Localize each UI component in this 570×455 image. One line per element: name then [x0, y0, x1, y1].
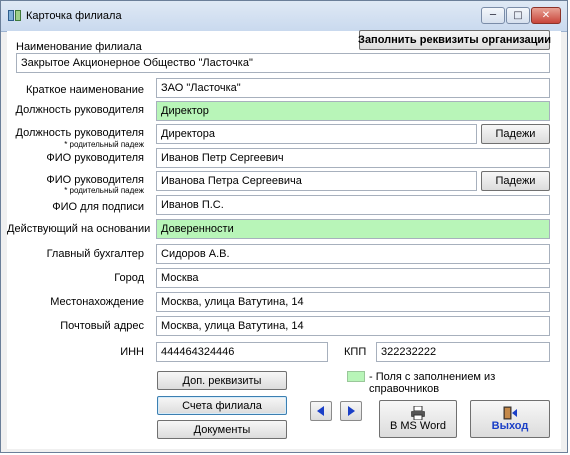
branch-name-label: Наименование филиала: [16, 41, 142, 53]
ms-word-button[interactable]: В MS Word: [379, 400, 457, 438]
next-record-button[interactable]: [340, 401, 362, 421]
kpp-field[interactable]: 322232222: [376, 342, 550, 362]
exit-door-icon: [503, 406, 517, 420]
ms-word-label: В MS Word: [389, 420, 447, 432]
form-area: Наименование филиала Заполнить реквизиты…: [7, 30, 561, 449]
branch-card-window: Карточка филиала ─ □ ✕ Наименование фили…: [0, 0, 568, 453]
short-name-label: Краткое наименование: [25, 84, 144, 96]
fill-requisites-button[interactable]: Заполнить реквизиты организации: [358, 30, 551, 50]
branch-name-field[interactable]: Закрытое Акционерное Общество "Ласточка": [16, 53, 550, 73]
branch-accounts-button[interactable]: Счета филиала: [157, 396, 287, 415]
postal-address-label: Почтовый адрес: [60, 320, 144, 332]
location-label: Местонахождение: [50, 296, 144, 308]
head-fio-cases-button[interactable]: Падежи: [481, 171, 550, 191]
head-fio-gen-sublabel: * родительный падеж: [64, 186, 144, 195]
app-book-icon: [8, 10, 21, 21]
window-controls: ─ □ ✕: [480, 7, 561, 24]
arrow-left-icon: [317, 406, 324, 416]
title-bar: Карточка филиала ─ □ ✕: [1, 1, 567, 32]
city-label: Город: [114, 272, 144, 284]
inn-label: ИНН: [120, 346, 144, 358]
close-button[interactable]: ✕: [531, 7, 561, 24]
exit-label: Выход: [491, 420, 529, 432]
exit-button[interactable]: Выход: [470, 400, 550, 438]
printer-icon: [411, 406, 425, 420]
chief-accountant-label: Главный бухгалтер: [46, 248, 144, 260]
head-position-label: Должность руководителя: [15, 104, 145, 116]
minimize-button[interactable]: ─: [481, 7, 505, 24]
maximize-button[interactable]: □: [506, 7, 530, 24]
acting-basis-label: Действующий на основании: [7, 223, 151, 235]
inn-field[interactable]: 444464324446: [156, 342, 328, 362]
legend-text: - Поля с заполнением из справочников: [369, 371, 496, 395]
head-fio-gen-field[interactable]: Иванова Петра Сергеевича: [156, 171, 477, 191]
location-field[interactable]: Москва, улица Ватутина, 14: [156, 292, 550, 312]
kpp-label: КПП: [344, 346, 367, 358]
postal-address-field[interactable]: Москва, улица Ватутина, 14: [156, 316, 550, 336]
sign-fio-label: ФИО для подписи: [52, 201, 144, 213]
chief-accountant-field[interactable]: Сидоров А.В.: [156, 244, 550, 264]
head-position-gen-label: Должность руководителя: [15, 127, 145, 139]
window-title: Карточка филиала: [26, 10, 122, 22]
head-position-gen-sublabel: * родительный падеж: [64, 140, 144, 149]
head-fio-gen-label: ФИО руководителя: [46, 174, 144, 186]
city-field[interactable]: Москва: [156, 268, 550, 288]
short-name-field[interactable]: ЗАО "Ласточка": [156, 78, 550, 98]
sign-fio-field[interactable]: Иванов П.С.: [156, 195, 550, 215]
extra-requisites-button[interactable]: Доп. реквизиты: [157, 371, 287, 390]
acting-basis-field[interactable]: Доверенности: [156, 219, 550, 239]
head-position-field[interactable]: Директор: [156, 101, 550, 121]
head-fio-field[interactable]: Иванов Петр Сергеевич: [156, 148, 550, 168]
head-fio-label: ФИО руководителя: [46, 152, 144, 164]
previous-record-button[interactable]: [310, 401, 332, 421]
legend-swatch: [347, 371, 365, 382]
documents-button[interactable]: Документы: [157, 420, 287, 439]
head-position-gen-field[interactable]: Директора: [156, 124, 477, 144]
arrow-right-icon: [348, 406, 355, 416]
head-position-cases-button[interactable]: Падежи: [481, 124, 550, 144]
